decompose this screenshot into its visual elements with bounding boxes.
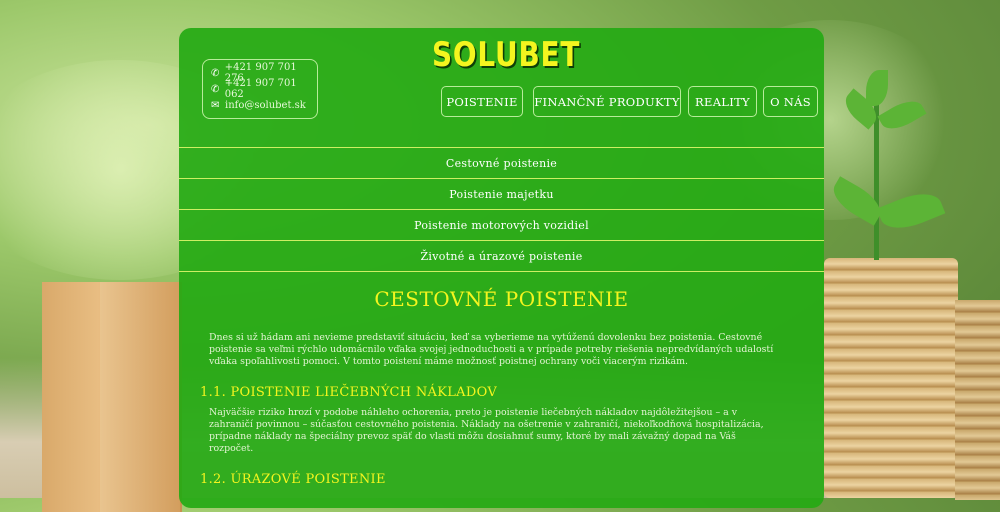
nav-reality[interactable]: REALITY <box>688 86 757 117</box>
text-line: prípadne náklady na špeciálny prevoz spä… <box>209 431 736 442</box>
intro-paragraph: Dnes si už hádam ani nevieme predstaviť … <box>209 332 773 368</box>
section-paragraph: Najväčšie riziko hrozí v podobe náhleho … <box>209 407 764 455</box>
main-panel: SOLUBET ✆ +421 907 701 276 ✆ +421 907 70… <box>179 28 824 508</box>
submenu-item-cestovne[interactable]: Cestovné poistenie <box>179 147 824 178</box>
email-address: info@solubet.sk <box>225 99 306 111</box>
submenu-item-zivotne[interactable]: Životné a úrazové poistenie <box>179 240 824 272</box>
coin-stack-image <box>824 258 958 498</box>
page-title: CESTOVNÉ POISTENIE <box>374 287 629 311</box>
site-logo[interactable]: SOLUBET <box>432 35 580 75</box>
envelope-icon: ✉ <box>211 99 220 111</box>
submenu: Cestovné poistenie Poistenie majetku Poi… <box>179 147 824 272</box>
text-line: vďaka spoľahlivosti pomoci. V tomto pois… <box>209 356 689 367</box>
phone-number: +421 907 701 062 <box>224 78 297 100</box>
text-line: poistenie sa veľmi rýchlo udomácnilo vďa… <box>209 344 774 355</box>
nav-o-nas[interactable]: O NÁS <box>763 86 818 117</box>
plant-image <box>874 100 879 260</box>
text-line: Dnes si už hádam ani nevieme predstaviť … <box>209 332 763 343</box>
contact-box: ✆ +421 907 701 276 ✆ +421 907 701 062 ✉ … <box>202 59 318 119</box>
submenu-item-vozidla[interactable]: Poistenie motorových vozidiel <box>179 209 824 240</box>
text-line: zahraničí povinnou – súčasťou cestovného… <box>209 419 764 430</box>
wooden-house-image <box>100 282 180 512</box>
nav-financne-produkty[interactable]: FINANČNÉ PRODUKTY <box>533 86 681 117</box>
phone-icon: ✆ <box>211 67 220 79</box>
contact-email[interactable]: ✉ info@solubet.sk <box>211 97 317 113</box>
coin-stack-image <box>955 300 1000 500</box>
section-heading: 1.2. ÚRAZOVÉ POISTENIE <box>200 472 386 487</box>
text-line: Najväčšie riziko hrozí v podobe náhleho … <box>209 407 737 418</box>
section-heading: 1.1. POISTENIE LIEČEBNÝCH NÁKLADOV <box>200 385 498 400</box>
contact-phone-2[interactable]: ✆ +421 907 701 062 <box>211 78 317 100</box>
text-line: rozpočet. <box>209 443 254 454</box>
phone-icon: ✆ <box>211 83 220 95</box>
submenu-item-majetok[interactable]: Poistenie majetku <box>179 178 824 209</box>
nav-poistenie[interactable]: POISTENIE <box>441 86 523 117</box>
